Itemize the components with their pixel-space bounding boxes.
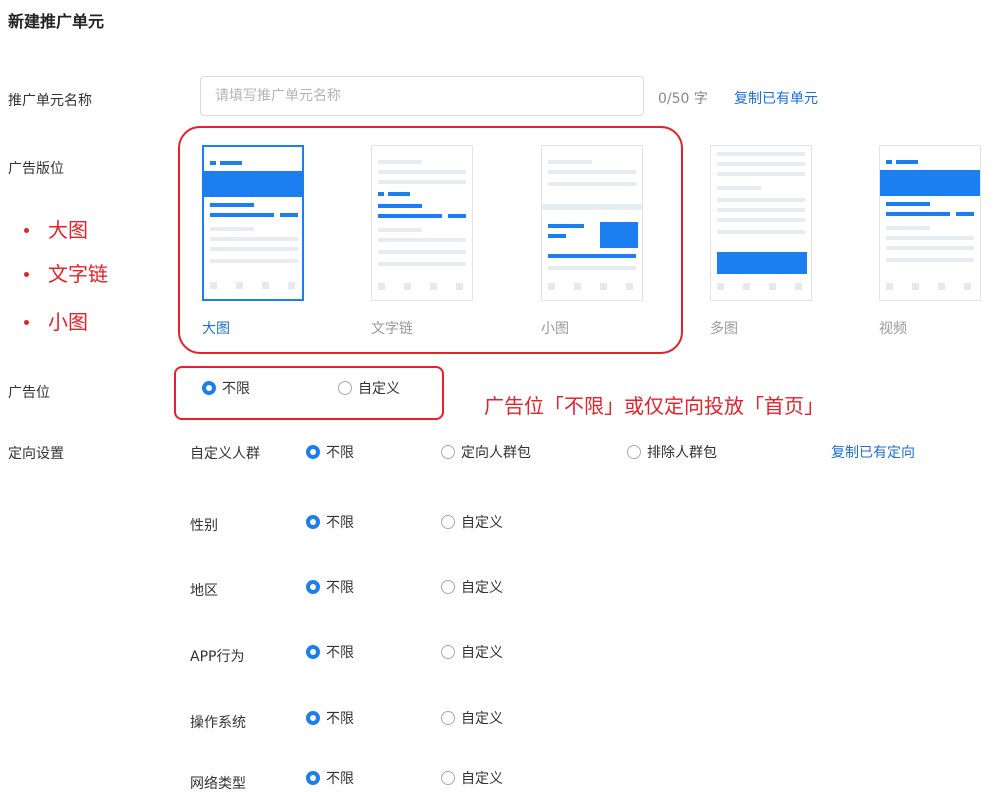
audience-include-radio[interactable]: 定向人群包 xyxy=(441,442,531,462)
region-custom-radio[interactable]: 自定义 xyxy=(441,577,503,597)
app-behavior-unlimited-radio[interactable]: 不限 xyxy=(306,642,354,662)
radio-checked-icon xyxy=(306,711,320,725)
annotation-item-small-image: 小图 xyxy=(48,310,88,334)
annotation-bullet xyxy=(24,320,29,325)
app-behavior-label: APP行为 xyxy=(190,649,245,665)
gender-unlimited-radio[interactable]: 不限 xyxy=(306,512,354,532)
format-card-video[interactable] xyxy=(879,145,981,301)
os-custom-radio[interactable]: 自定义 xyxy=(441,708,503,728)
radio-unchecked-icon xyxy=(441,515,455,529)
os-label: 操作系统 xyxy=(190,715,246,731)
radio-checked-icon xyxy=(306,771,320,785)
network-unlimited-radio[interactable]: 不限 xyxy=(306,768,354,788)
targeting-label: 定向设置 xyxy=(8,446,64,462)
os-unlimited-radio[interactable]: 不限 xyxy=(306,708,354,728)
format-label-video[interactable]: 视频 xyxy=(879,318,907,338)
gender-custom-radio[interactable]: 自定义 xyxy=(441,512,503,532)
radio-checked-icon xyxy=(306,645,320,659)
radio-unchecked-icon xyxy=(441,645,455,659)
format-label-multi-image[interactable]: 多图 xyxy=(710,318,738,338)
radio-checked-icon xyxy=(306,445,320,459)
ad-position-label: 广告位 xyxy=(8,385,50,401)
format-card-multi-image[interactable] xyxy=(710,145,812,301)
region-label: 地区 xyxy=(190,583,218,599)
network-custom-radio[interactable]: 自定义 xyxy=(441,768,503,788)
app-behavior-custom-radio[interactable]: 自定义 xyxy=(441,642,503,662)
network-label: 网络类型 xyxy=(190,776,246,792)
copy-targeting-link[interactable]: 复制已有定向 xyxy=(831,442,915,462)
annotation-bullet xyxy=(24,272,29,277)
radio-unchecked-icon xyxy=(441,445,455,459)
region-unlimited-radio[interactable]: 不限 xyxy=(306,577,354,597)
radio-unchecked-icon xyxy=(441,711,455,725)
radio-unchecked-icon xyxy=(441,580,455,594)
audience-label: 自定义人群 xyxy=(190,446,260,462)
radio-checked-icon xyxy=(306,580,320,594)
annotation-box-position xyxy=(174,366,444,420)
radio-checked-icon xyxy=(306,515,320,529)
copy-unit-link[interactable]: 复制已有单元 xyxy=(734,88,818,108)
ad-format-label: 广告版位 xyxy=(8,161,64,177)
ad-position-annotation: 广告位「不限」或仅定向投放「首页」 xyxy=(484,394,824,418)
gender-label: 性别 xyxy=(190,518,218,534)
radio-unchecked-icon xyxy=(627,445,641,459)
unit-name-input[interactable] xyxy=(200,76,644,116)
char-counter: 0/50 字 xyxy=(658,91,708,107)
annotation-item-text-link: 文字链 xyxy=(48,262,108,286)
annotation-box-formats xyxy=(178,126,683,354)
audience-exclude-radio[interactable]: 排除人群包 xyxy=(627,442,717,462)
annotation-bullet xyxy=(24,228,29,233)
unit-name-label: 推广单元名称 xyxy=(8,93,92,109)
annotation-item-large-image: 大图 xyxy=(48,218,88,242)
page-title: 新建推广单元 xyxy=(8,12,105,31)
radio-unchecked-icon xyxy=(441,771,455,785)
audience-unlimited-radio[interactable]: 不限 xyxy=(306,442,354,462)
